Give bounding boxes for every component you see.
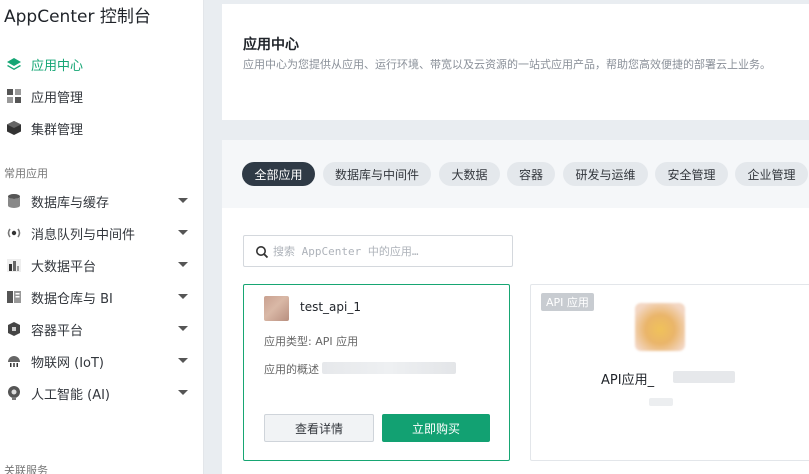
- bar-chart-icon: [5, 256, 23, 274]
- sidebar-item-ai[interactable]: 人工智能 (AI): [0, 377, 204, 409]
- chevron-down-icon[interactable]: [178, 358, 188, 363]
- app-type-badge: API 应用: [541, 293, 594, 311]
- sidebar-item-label: 数据库与缓存: [31, 195, 110, 211]
- tab-database-middleware[interactable]: 数据库与中间件: [323, 162, 431, 186]
- page-description: 应用中心为您提供从应用、运行环境、带宽以及云资源的一站式应用产品，帮助您高效便捷…: [243, 58, 771, 71]
- search-box[interactable]: [243, 235, 513, 267]
- sidebar-item-label: 物联网 (IoT): [31, 355, 105, 371]
- tab-all-apps[interactable]: 全部应用: [242, 162, 315, 186]
- chevron-down-icon[interactable]: [178, 230, 188, 235]
- app-type: 应用类型: API 应用: [264, 335, 359, 348]
- page-title: 应用中心: [243, 37, 299, 53]
- sidebar-item-data-warehouse[interactable]: 数据仓库与 BI: [0, 281, 204, 313]
- sidebar-item-label: 大数据平台: [31, 259, 97, 275]
- search-icon: [255, 244, 269, 259]
- section-title-common: 常用应用: [4, 167, 48, 180]
- sidebar-item-label: 数据仓库与 BI: [31, 291, 113, 307]
- app-card[interactable]: test_api_1 应用类型: API 应用 应用的概述 查看详情 立即购买: [243, 284, 510, 461]
- grid-icon: [5, 87, 23, 105]
- brand-title: AppCenter 控制台: [4, 7, 151, 27]
- layers-icon: [5, 55, 23, 73]
- sidebar-item-label: 应用管理: [31, 90, 84, 106]
- sidebar-item-cluster-management[interactable]: 集群管理: [0, 112, 204, 144]
- view-details-button[interactable]: 查看详情: [264, 414, 374, 442]
- chevron-down-icon[interactable]: [178, 262, 188, 267]
- sidebar-item-label: 应用中心: [31, 58, 84, 74]
- chevron-down-icon[interactable]: [178, 198, 188, 203]
- sidebar-item-message-queue[interactable]: 消息队列与中间件: [0, 217, 204, 249]
- sidebar-item-app-management[interactable]: 应用管理: [0, 80, 204, 112]
- chevron-down-icon[interactable]: [178, 326, 188, 331]
- app-avatar: [264, 296, 289, 321]
- app-name-redacted: [673, 371, 735, 383]
- app-name: test_api_1: [300, 300, 361, 314]
- app-card[interactable]: API 应用 API应用_: [530, 284, 809, 461]
- iot-icon: [5, 352, 23, 370]
- chevron-down-icon[interactable]: [178, 294, 188, 299]
- section-title-related: 关联服务: [4, 464, 48, 474]
- app-summary-label: 应用的概述: [264, 363, 319, 376]
- tab-enterprise[interactable]: 企业管理: [735, 162, 808, 186]
- sidebar-item-label: 集群管理: [31, 122, 84, 138]
- warehouse-icon: [5, 288, 23, 306]
- sidebar-item-iot[interactable]: 物联网 (IoT): [0, 345, 204, 377]
- sidebar: AppCenter 控制台 应用中心 应用管理 集群管理 常用应用 数据库与缓存…: [0, 0, 204, 474]
- sidebar-item-label: 人工智能 (AI): [31, 387, 111, 403]
- search-input[interactable]: [273, 244, 503, 258]
- buy-now-button[interactable]: 立即购买: [382, 414, 490, 442]
- app-subtitle-redacted: [649, 398, 673, 406]
- app-avatar: [635, 303, 685, 351]
- cube-icon: [5, 119, 23, 137]
- sidebar-item-label: 容器平台: [31, 323, 84, 339]
- tab-big-data[interactable]: 大数据: [439, 162, 500, 186]
- database-icon: [5, 192, 23, 210]
- page-header: 应用中心 应用中心为您提供从应用、运行环境、带宽以及云资源的一站式应用产品，帮助…: [222, 4, 809, 120]
- ai-icon: [5, 384, 23, 402]
- sidebar-item-database[interactable]: 数据库与缓存: [0, 185, 204, 217]
- sidebar-item-big-data[interactable]: 大数据平台: [0, 249, 204, 281]
- tab-security[interactable]: 安全管理: [655, 162, 728, 186]
- app-name: API应用_: [601, 373, 655, 388]
- sidebar-item-container[interactable]: 容器平台: [0, 313, 204, 345]
- sidebar-item-app-center[interactable]: 应用中心: [0, 48, 204, 80]
- app-list: test_api_1 应用类型: API 应用 应用的概述 查看详情 立即购买 …: [222, 208, 809, 474]
- category-tabs: 全部应用 数据库与中间件 大数据 容器 研发与运维 安全管理 企业管理: [222, 140, 809, 208]
- container-icon: [5, 320, 23, 338]
- chevron-down-icon[interactable]: [178, 390, 188, 395]
- tab-container[interactable]: 容器: [507, 162, 555, 186]
- broadcast-icon: [5, 224, 23, 242]
- sidebar-item-label: 消息队列与中间件: [31, 227, 136, 243]
- app-summary-redacted: [322, 362, 456, 374]
- tab-devops[interactable]: 研发与运维: [563, 162, 648, 186]
